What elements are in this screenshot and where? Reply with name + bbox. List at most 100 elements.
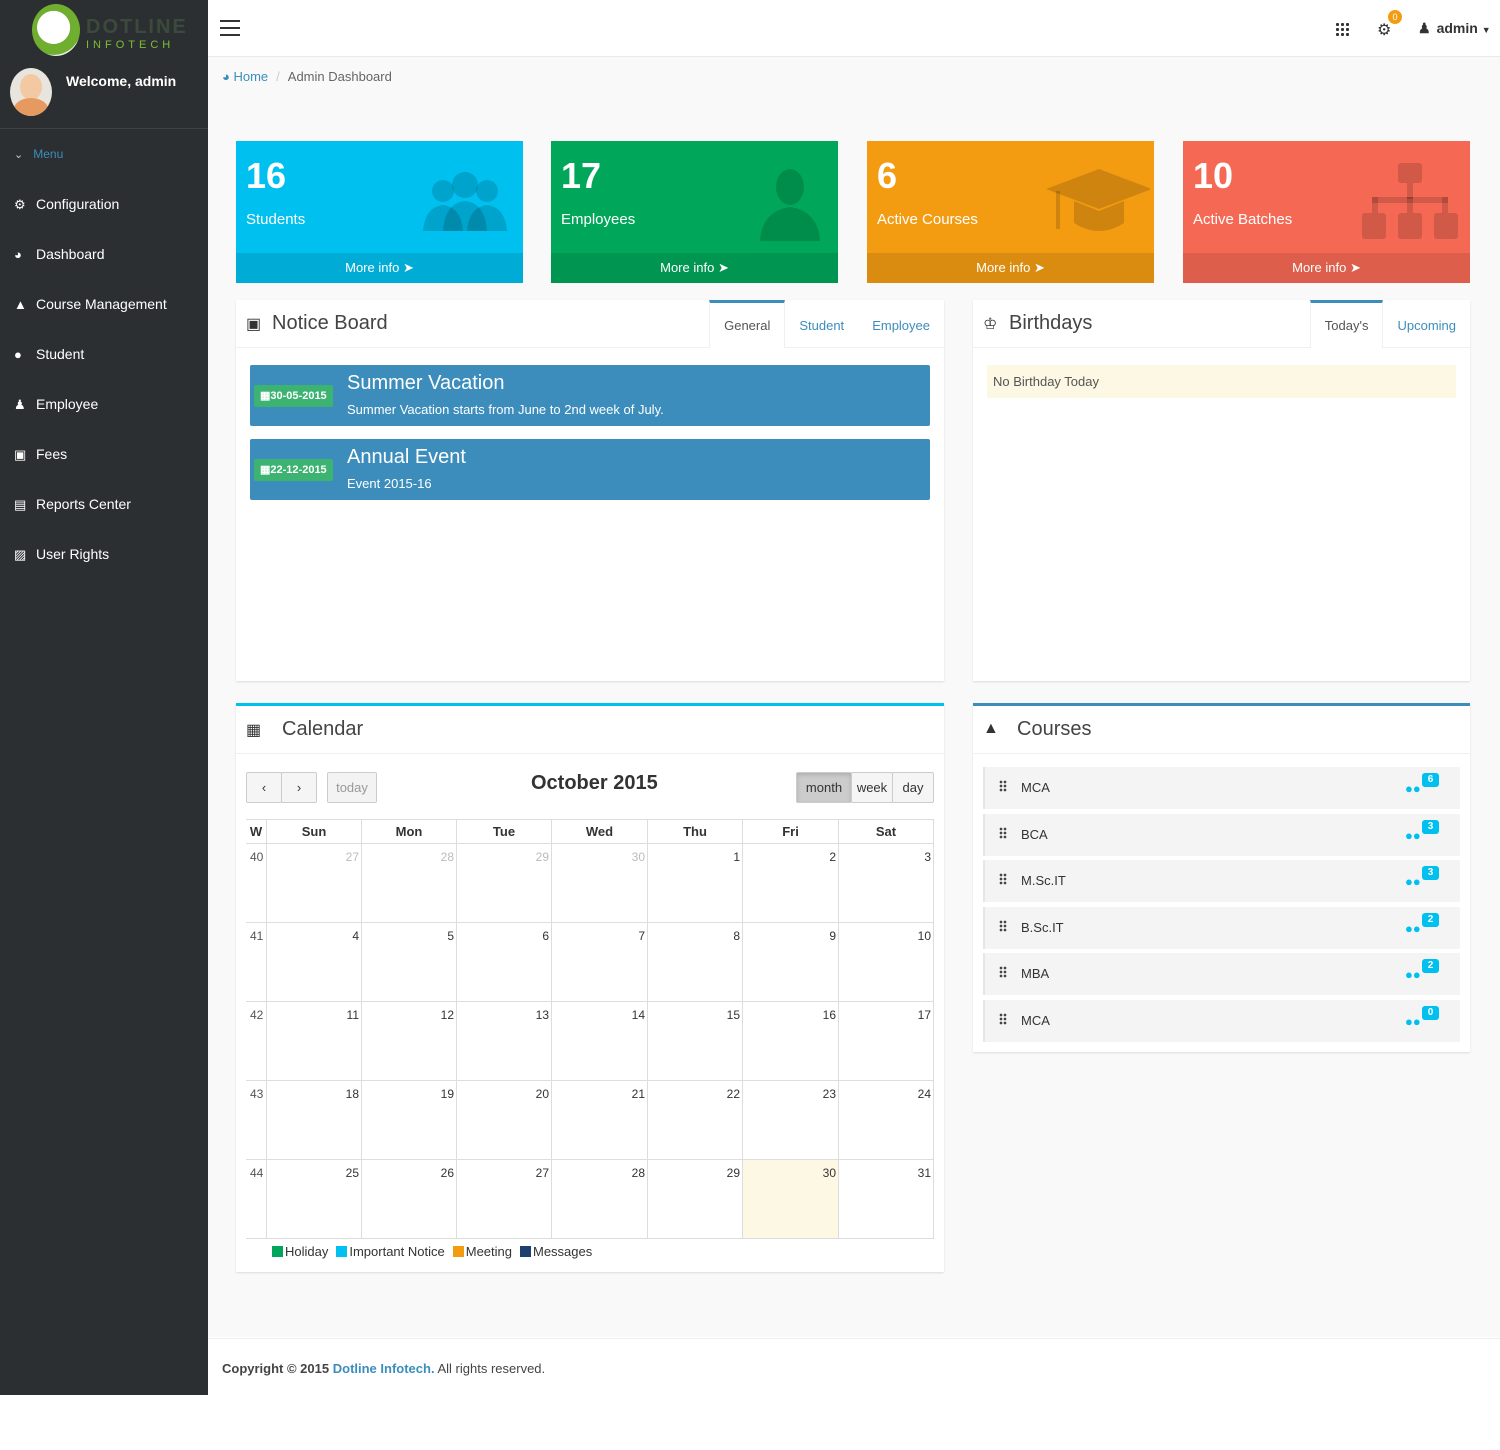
week-number: 41 xyxy=(246,923,267,1002)
course-item[interactable]: MBA ●● 2 xyxy=(983,953,1460,996)
calendar-day-cell[interactable]: 26 xyxy=(362,1160,457,1239)
calendar-day-cell[interactable]: 30 xyxy=(743,1160,839,1239)
today-button[interactable]: today xyxy=(327,772,377,803)
calendar-day-cell[interactable]: 28 xyxy=(552,1160,648,1239)
calendar-day-cell[interactable]: 22 xyxy=(648,1081,743,1160)
sidebar-item-fees[interactable]: ▣ Fees xyxy=(0,434,208,474)
drag-handle-icon[interactable] xyxy=(999,919,1007,932)
prev-month-button[interactable]: ‹ xyxy=(246,772,282,803)
stat-label: Active Courses xyxy=(877,211,978,228)
week-number: 40 xyxy=(246,844,267,923)
more-info-link[interactable]: More info ➤ xyxy=(551,253,838,283)
drag-handle-icon[interactable] xyxy=(999,826,1007,839)
users-icon xyxy=(423,172,507,231)
sidebar-item-employee[interactable]: ♟ Employee xyxy=(0,384,208,424)
dashboard-icon: ◕ xyxy=(222,69,234,84)
calendar-day-cell[interactable]: 29 xyxy=(457,844,552,923)
sidebar-divider xyxy=(0,128,208,129)
calendar-day-cell[interactable]: 19 xyxy=(362,1081,457,1160)
notice-item[interactable]: ▦30-05-2015 Summer Vacation Summer Vacat… xyxy=(250,365,930,426)
calendar-day-cell[interactable]: 9 xyxy=(743,923,839,1002)
calendar-day-cell[interactable]: 21 xyxy=(552,1081,648,1160)
tab-upcoming[interactable]: Upcoming xyxy=(1383,300,1470,348)
view-day-button[interactable]: day xyxy=(892,772,934,803)
tab-student[interactable]: Student xyxy=(785,300,858,348)
calendar-day-cell[interactable]: 13 xyxy=(457,1002,552,1081)
sidebar-item-dashboard[interactable]: ◕ Dashboard xyxy=(0,234,208,274)
next-month-button[interactable]: › xyxy=(281,772,317,803)
notice-title: Annual Event xyxy=(347,446,466,468)
calendar-day-cell[interactable]: 23 xyxy=(743,1081,839,1160)
calendar-day-cell[interactable]: 4 xyxy=(267,923,362,1002)
calendar-day-cell[interactable]: 18 xyxy=(267,1081,362,1160)
calendar-day-cell[interactable]: 17 xyxy=(839,1002,934,1081)
drag-handle-icon[interactable] xyxy=(999,1013,1007,1025)
menu-toggle-icon[interactable] xyxy=(220,20,240,36)
breadcrumb-current: Admin Dashboard xyxy=(287,69,392,84)
course-item[interactable]: MCA ●● 6 xyxy=(983,767,1460,809)
breadcrumb-home[interactable]: ◕ Home xyxy=(222,69,268,84)
course-item[interactable]: M.Sc.IT ●● 3 xyxy=(983,860,1460,903)
sidebar-item-user-rights[interactable]: ▨ User Rights xyxy=(0,534,208,574)
calendar-day-cell[interactable]: 6 xyxy=(457,923,552,1002)
calendar-day-cell[interactable]: 30 xyxy=(552,844,648,923)
stat-active-batches: 10 Active Batches More info ➤ xyxy=(1183,141,1470,283)
course-item[interactable]: BCA ●● 3 xyxy=(983,813,1460,856)
menu-header[interactable]: ⌄ Menu xyxy=(14,147,63,161)
more-info-link[interactable]: More info ➤ xyxy=(1183,253,1470,283)
sidebar-item-reports-center[interactable]: ▤ Reports Center xyxy=(0,484,208,524)
bell-icon[interactable]: ⚙ xyxy=(1377,20,1391,40)
notice-desc: Event 2015-16 xyxy=(347,476,432,491)
drag-handle-icon[interactable] xyxy=(999,966,1007,979)
calendar-day-cell[interactable]: 8 xyxy=(648,923,743,1002)
calendar-day-cell[interactable]: 20 xyxy=(457,1081,552,1160)
drag-handle-icon[interactable] xyxy=(999,780,1007,792)
calendar-day-cell[interactable]: 14 xyxy=(552,1002,648,1081)
calendar-day-cell[interactable]: 27 xyxy=(457,1160,552,1239)
week-number: 44 xyxy=(246,1160,267,1239)
calendar-day-cell[interactable]: 11 xyxy=(267,1002,362,1081)
notice-item[interactable]: ▦22-12-2015 Annual Event Event 2015-16 xyxy=(250,439,930,500)
chevron-left-icon: ‹ xyxy=(261,780,267,795)
calendar-day-cell[interactable]: 5 xyxy=(362,923,457,1002)
course-item[interactable]: B.Sc.IT ●● 2 xyxy=(983,906,1460,949)
legend-label: Meeting xyxy=(465,1244,512,1259)
calendar-day-cell[interactable]: 29 xyxy=(648,1160,743,1239)
calendar-grid: W Sun Mon Tue Wed Thu Fri Sat 40 27 28 29 30 1 2 3 41 4 5 6… xyxy=(246,819,934,1239)
calendar-day-cell[interactable]: 28 xyxy=(362,844,457,923)
apps-grid-icon[interactable] xyxy=(1335,22,1349,36)
sidebar-item-student[interactable]: ● Student xyxy=(0,334,208,374)
menu-label: Menu xyxy=(33,147,64,161)
calendar-day-cell[interactable]: 24 xyxy=(839,1081,934,1160)
sidebar-item-course-management[interactable]: ▲ Course Management xyxy=(0,284,208,324)
calendar-day-cell[interactable]: 10 xyxy=(839,923,934,1002)
legend-swatch xyxy=(272,1246,283,1257)
brand-logo[interactable]: DOTLINE INFOTECH xyxy=(30,4,200,60)
drag-handle-icon[interactable] xyxy=(999,873,1007,886)
calendar-day-cell[interactable]: 1 xyxy=(648,844,743,923)
tab-employee[interactable]: Employee xyxy=(858,300,944,348)
calendar-day-cell[interactable]: 25 xyxy=(267,1160,362,1239)
company-link[interactable]: Dotline Infotech. xyxy=(333,1361,435,1376)
calendar-day-cell[interactable]: 2 xyxy=(743,844,839,923)
view-week-button[interactable]: week xyxy=(851,772,893,803)
course-item[interactable]: MCA ●● 0 xyxy=(983,1000,1460,1042)
tab-todays[interactable]: Today's xyxy=(1309,300,1384,348)
calendar-day-cell[interactable]: 27 xyxy=(267,844,362,923)
calendar-day-cell[interactable]: 7 xyxy=(552,923,648,1002)
calendar-day-cell[interactable]: 3 xyxy=(839,844,934,923)
view-month-button[interactable]: month xyxy=(796,772,852,803)
calendar-day-cell[interactable]: 12 xyxy=(362,1002,457,1081)
calendar-day-cell[interactable]: 31 xyxy=(839,1160,934,1239)
user-menu[interactable]: ♟ admin ▼ xyxy=(1418,20,1491,37)
stat-value: 10 xyxy=(1193,155,1234,196)
more-info-link[interactable]: More info ➤ xyxy=(236,253,523,283)
legend-item: Holiday xyxy=(272,1244,328,1259)
sidebar-item-configuration[interactable]: ⚙ Configuration xyxy=(0,184,208,224)
welcome-text: Welcome, admin xyxy=(66,73,177,89)
arrow-circle-right-icon: ➤ xyxy=(402,260,414,275)
tab-general[interactable]: General xyxy=(709,300,786,348)
calendar-day-cell[interactable]: 16 xyxy=(743,1002,839,1081)
calendar-day-cell[interactable]: 15 xyxy=(648,1002,743,1081)
more-info-link[interactable]: More info ➤ xyxy=(867,253,1154,283)
